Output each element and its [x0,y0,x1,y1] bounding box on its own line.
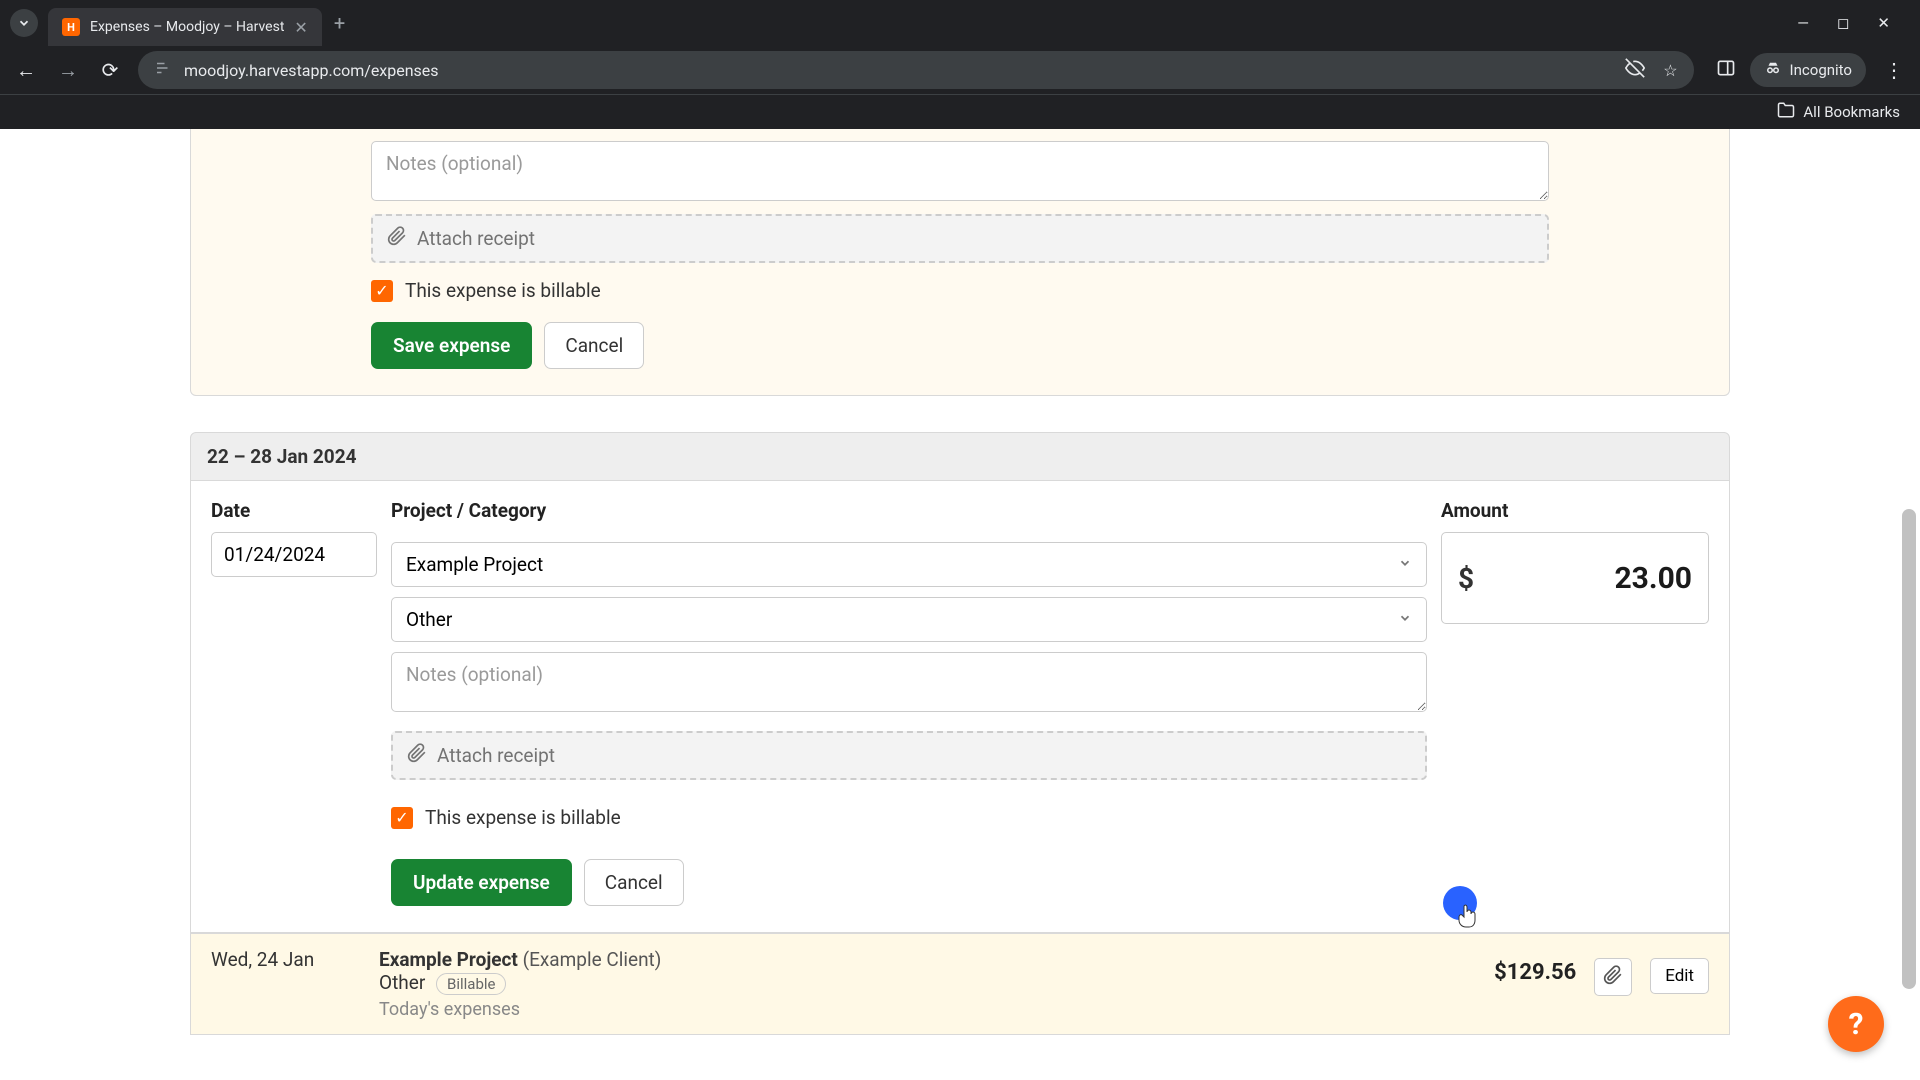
attach-receipt-button[interactable]: Attach receipt [371,214,1549,263]
billable-row: ✓ This expense is billable [391,806,1427,829]
amount-label: Amount [1441,499,1709,522]
category-select[interactable]: Other [391,597,1427,642]
window-controls: — ◻ ✕ [1797,14,1910,32]
url-text: moodjoy.harvestapp.com/expenses [184,61,439,80]
paperclip-icon [1603,965,1623,989]
forward-button[interactable]: → [54,56,82,84]
cancel-button[interactable]: Cancel [544,322,644,369]
amount-field[interactable]: $ [1441,532,1709,624]
summary-notes: Today's expenses [379,999,1476,1020]
currency-symbol: $ [1458,562,1474,595]
attach-label: Attach receipt [417,227,535,250]
expense-summary-row: Wed, 24 Jan Example Project (Example Cli… [190,933,1730,1035]
tab-title: Expenses – Moodjoy – Harvest [90,19,284,35]
chevron-down-icon [1398,611,1412,629]
new-tab-button[interactable]: + [334,11,345,35]
tab-search-dropdown[interactable] [10,9,38,37]
minimize-icon[interactable]: — [1797,14,1809,32]
page-content: Attach receipt ✓ This expense is billabl… [0,129,1920,1080]
favicon-icon: H [62,18,80,36]
side-panel-icon[interactable] [1716,58,1736,82]
summary-date: Wed, 24 Jan [211,948,361,971]
address-bar-row: ← → ⟳ moodjoy.harvestapp.com/expenses ☆ … [0,46,1920,94]
scrollbar-track[interactable] [1904,129,1918,1080]
save-expense-button[interactable]: Save expense [371,322,532,369]
paperclip-icon [407,743,427,768]
billable-row: ✓ This expense is billable [371,279,1549,302]
summary-project-name: Example Project [379,948,518,971]
billable-checkbox[interactable]: ✓ [371,280,393,302]
close-tab-icon[interactable]: ✕ [294,18,307,37]
new-expense-card: Attach receipt ✓ This expense is billabl… [190,129,1730,396]
attach-label: Attach receipt [437,744,555,767]
tab-bar: H Expenses – Moodjoy – Harvest ✕ + — ◻ ✕ [0,0,1920,46]
receipt-attachment-button[interactable] [1594,958,1632,996]
cancel-button[interactable]: Cancel [584,859,684,906]
scrollbar-thumb[interactable] [1902,509,1916,989]
billable-label: This expense is billable [425,806,621,829]
bookmarks-label: All Bookmarks [1803,103,1900,121]
cursor-highlight [1443,886,1477,920]
update-expense-button[interactable]: Update expense [391,859,572,906]
maximize-icon[interactable]: ◻ [1837,14,1849,32]
summary-amount: $129.56 [1494,948,1576,985]
back-button[interactable]: ← [12,56,40,84]
edit-expense-card: Date Project / Category Example Project … [190,481,1730,933]
browser-tab[interactable]: H Expenses – Moodjoy – Harvest ✕ [48,8,322,46]
all-bookmarks-button[interactable]: All Bookmarks [1777,101,1900,123]
billable-checkbox[interactable]: ✓ [391,807,413,829]
attach-receipt-button[interactable]: Attach receipt [391,731,1427,780]
close-window-icon[interactable]: ✕ [1877,14,1890,32]
summary-category: Other [379,971,425,994]
menu-icon[interactable]: ⋮ [1880,56,1908,84]
help-fab-button[interactable]: ? [1828,996,1884,1052]
reload-button[interactable]: ⟳ [96,56,124,84]
project-value: Example Project [406,553,543,576]
category-value: Other [406,608,452,631]
project-label: Project / Category [391,499,1427,522]
date-input[interactable] [211,532,377,577]
date-label: Date [211,499,377,522]
pointer-cursor-icon [1457,904,1477,928]
eye-off-icon[interactable] [1625,58,1645,82]
incognito-icon [1764,59,1782,81]
star-icon[interactable]: ☆ [1663,61,1677,80]
notes-input[interactable] [391,652,1427,712]
billable-badge: Billable [436,973,506,995]
bookmarks-bar: All Bookmarks [0,94,1920,129]
edit-button[interactable]: Edit [1650,958,1709,994]
paperclip-icon [387,226,407,251]
summary-client: (Example Client) [523,948,662,971]
amount-input[interactable] [1552,561,1692,596]
summary-details: Example Project (Example Client) Other B… [379,948,1476,1020]
billable-label: This expense is billable [405,279,601,302]
chevron-down-icon [1398,556,1412,574]
project-select[interactable]: Example Project [391,542,1427,587]
notes-input[interactable] [371,141,1549,201]
site-info-icon[interactable] [154,59,172,81]
browser-chrome: H Expenses – Moodjoy – Harvest ✕ + — ◻ ✕… [0,0,1920,129]
week-header: 22 – 28 Jan 2024 [190,432,1730,481]
incognito-badge[interactable]: Incognito [1750,53,1866,87]
address-bar[interactable]: moodjoy.harvestapp.com/expenses ☆ [138,51,1694,89]
folder-icon [1777,101,1795,123]
incognito-label: Incognito [1790,61,1852,79]
